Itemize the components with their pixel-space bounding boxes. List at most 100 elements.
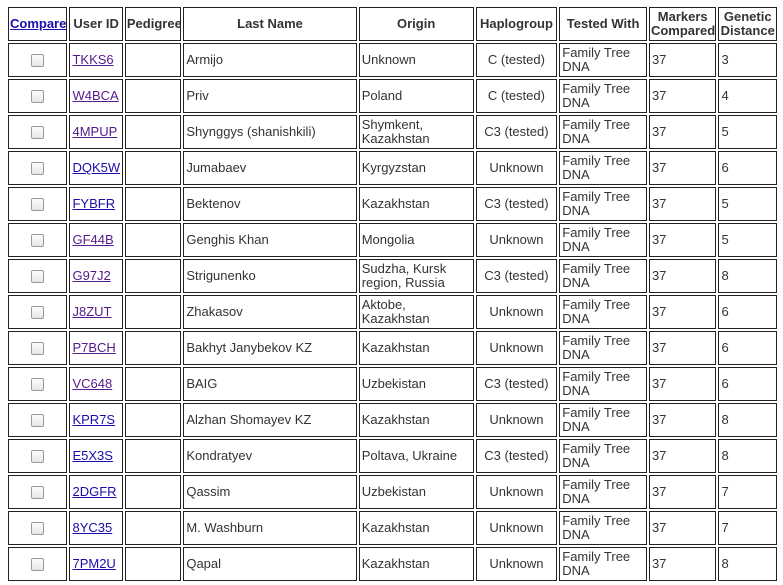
markers-compared-cell: 37 bbox=[648, 43, 717, 77]
compare-checkbox[interactable] bbox=[31, 450, 45, 464]
tested-with-cell: Family Tree DNA bbox=[559, 547, 647, 581]
user-id-link[interactable]: KPR7S bbox=[72, 412, 115, 427]
user-id-link[interactable]: P7BCH bbox=[72, 340, 115, 355]
compare-checkbox[interactable] bbox=[31, 378, 45, 392]
compare-checkbox[interactable] bbox=[31, 162, 45, 176]
origin-cell: Unknown bbox=[358, 43, 474, 77]
header-row: Compare User ID Pedigree Last Name Origi… bbox=[8, 7, 777, 41]
markers-compared-cell: 37 bbox=[648, 187, 717, 221]
compare-checkbox-cell[interactable] bbox=[8, 295, 68, 329]
compare-checkbox-cell[interactable] bbox=[8, 511, 68, 545]
last-name-cell: Genghis Khan bbox=[183, 223, 357, 257]
compare-checkbox[interactable] bbox=[31, 558, 45, 572]
compare-checkbox-cell[interactable] bbox=[8, 403, 68, 437]
tested-with-cell: Family Tree DNA bbox=[559, 511, 647, 545]
compare-checkbox-cell[interactable] bbox=[8, 259, 68, 293]
user-id-link[interactable]: DQK5W bbox=[72, 160, 120, 175]
pedigree-cell bbox=[124, 187, 182, 221]
compare-checkbox[interactable] bbox=[31, 486, 45, 500]
compare-checkbox-cell[interactable] bbox=[8, 187, 68, 221]
compare-checkbox[interactable] bbox=[31, 270, 45, 284]
tested-with-cell: Family Tree DNA bbox=[559, 115, 647, 149]
pedigree-cell bbox=[124, 115, 182, 149]
user-id-link[interactable]: G97J2 bbox=[72, 268, 110, 283]
table-row: TKKS6 Armijo Unknown C (tested) Family Tree … bbox=[8, 43, 777, 77]
genetic-distance-cell: 8 bbox=[718, 259, 777, 293]
table-row: GF44B Genghis Khan Mongolia Unknown Family T… bbox=[8, 223, 777, 257]
compare-checkbox[interactable] bbox=[31, 126, 45, 140]
haplogroup-cell: Unknown bbox=[475, 223, 558, 257]
compare-checkbox-cell[interactable] bbox=[8, 547, 68, 581]
haplogroup-cell: C3 (tested) bbox=[475, 259, 558, 293]
compare-checkbox[interactable] bbox=[31, 306, 45, 320]
table-row: P7BCH Bakhyt Janybekov KZ Kazakhstan Unknow… bbox=[8, 331, 777, 365]
pedigree-cell bbox=[124, 331, 182, 365]
compare-checkbox-cell[interactable] bbox=[8, 223, 68, 257]
origin-cell: Kazakhstan bbox=[358, 331, 474, 365]
table-row: VC648 BAIG Uzbekistan C3 (tested) Family Tre… bbox=[8, 367, 777, 401]
genetic-distance-cell: 6 bbox=[718, 367, 777, 401]
genetic-distance-cell: 8 bbox=[718, 439, 777, 473]
user-id-link[interactable]: J8ZUT bbox=[72, 304, 111, 319]
compare-checkbox-cell[interactable] bbox=[8, 115, 68, 149]
last-name-cell: Alzhan Shomayev KZ bbox=[183, 403, 357, 437]
markers-compared-cell: 37 bbox=[648, 511, 717, 545]
genetic-distance-cell: 6 bbox=[718, 151, 777, 185]
compare-link[interactable]: Compare bbox=[10, 16, 66, 31]
tested-with-cell: Family Tree DNA bbox=[559, 79, 647, 113]
origin-header: Origin bbox=[358, 7, 474, 41]
origin-cell: Sudzha, Kursk region, Russia bbox=[358, 259, 474, 293]
markers-compared-cell: 37 bbox=[648, 79, 717, 113]
user-id-link[interactable]: TKKS6 bbox=[72, 52, 113, 67]
compare-checkbox[interactable] bbox=[31, 54, 45, 68]
compare-checkbox-cell[interactable] bbox=[8, 331, 68, 365]
compare-checkbox[interactable] bbox=[31, 522, 45, 536]
tested-with-cell: Family Tree DNA bbox=[559, 439, 647, 473]
user-id-link[interactable]: 7PM2U bbox=[72, 556, 115, 571]
user-id-link[interactable]: VC648 bbox=[72, 376, 112, 391]
origin-cell: Kyrgyzstan bbox=[358, 151, 474, 185]
last-name-cell: Qassim bbox=[183, 475, 357, 509]
last-name-cell: Bektenov bbox=[183, 187, 357, 221]
pedigree-cell bbox=[124, 151, 182, 185]
user-id-link[interactable]: GF44B bbox=[72, 232, 113, 247]
compare-checkbox-cell[interactable] bbox=[8, 475, 68, 509]
user-id-link[interactable]: 4MPUP bbox=[72, 124, 117, 139]
table-row: W4BCA Priv Poland C (tested) Family Tree DNA… bbox=[8, 79, 777, 113]
origin-cell: Shymkent, Kazakhstan bbox=[358, 115, 474, 149]
compare-checkbox-cell[interactable] bbox=[8, 439, 68, 473]
tested-with-cell: Family Tree DNA bbox=[559, 151, 647, 185]
compare-checkbox-cell[interactable] bbox=[8, 43, 68, 77]
compare-checkbox[interactable] bbox=[31, 414, 45, 428]
compare-checkbox-cell[interactable] bbox=[8, 367, 68, 401]
haplogroup-cell: C (tested) bbox=[475, 79, 558, 113]
genetic-distance-cell: 8 bbox=[718, 547, 777, 581]
user-id-cell: E5X3S bbox=[69, 439, 123, 473]
user-id-link[interactable]: FYBFR bbox=[72, 196, 115, 211]
compare-checkbox[interactable] bbox=[31, 198, 45, 212]
genetic-distance-cell: 4 bbox=[718, 79, 777, 113]
user-id-link[interactable]: 2DGFR bbox=[72, 484, 116, 499]
table-row: E5X3S Kondratyev Poltava, Ukraine C3 (teste… bbox=[8, 439, 777, 473]
compare-checkbox[interactable] bbox=[31, 234, 45, 248]
compare-header[interactable]: Compare bbox=[8, 7, 68, 41]
tested-with-cell: Family Tree DNA bbox=[559, 187, 647, 221]
compare-checkbox[interactable] bbox=[31, 90, 45, 104]
compare-checkbox-cell[interactable] bbox=[8, 151, 68, 185]
pedigree-cell bbox=[124, 295, 182, 329]
haplogroup-cell: C3 (tested) bbox=[475, 367, 558, 401]
compare-checkbox[interactable] bbox=[31, 342, 45, 356]
pedigree-cell bbox=[124, 547, 182, 581]
last-name-cell: Priv bbox=[183, 79, 357, 113]
haplogroup-cell: Unknown bbox=[475, 151, 558, 185]
table-row: 2DGFR Qassim Uzbekistan Unknown Family Tree … bbox=[8, 475, 777, 509]
markers-compared-cell: 37 bbox=[648, 223, 717, 257]
user-id-link[interactable]: 8YC35 bbox=[72, 520, 112, 535]
table-row: KPR7S Alzhan Shomayev KZ Kazakhstan Unknown… bbox=[8, 403, 777, 437]
last-name-cell: Bakhyt Janybekov KZ bbox=[183, 331, 357, 365]
compare-checkbox-cell[interactable] bbox=[8, 79, 68, 113]
user-id-link[interactable]: E5X3S bbox=[72, 448, 112, 463]
user-id-link[interactable]: W4BCA bbox=[72, 88, 118, 103]
last-name-cell: Jumabaev bbox=[183, 151, 357, 185]
haplogroup-cell: Unknown bbox=[475, 331, 558, 365]
